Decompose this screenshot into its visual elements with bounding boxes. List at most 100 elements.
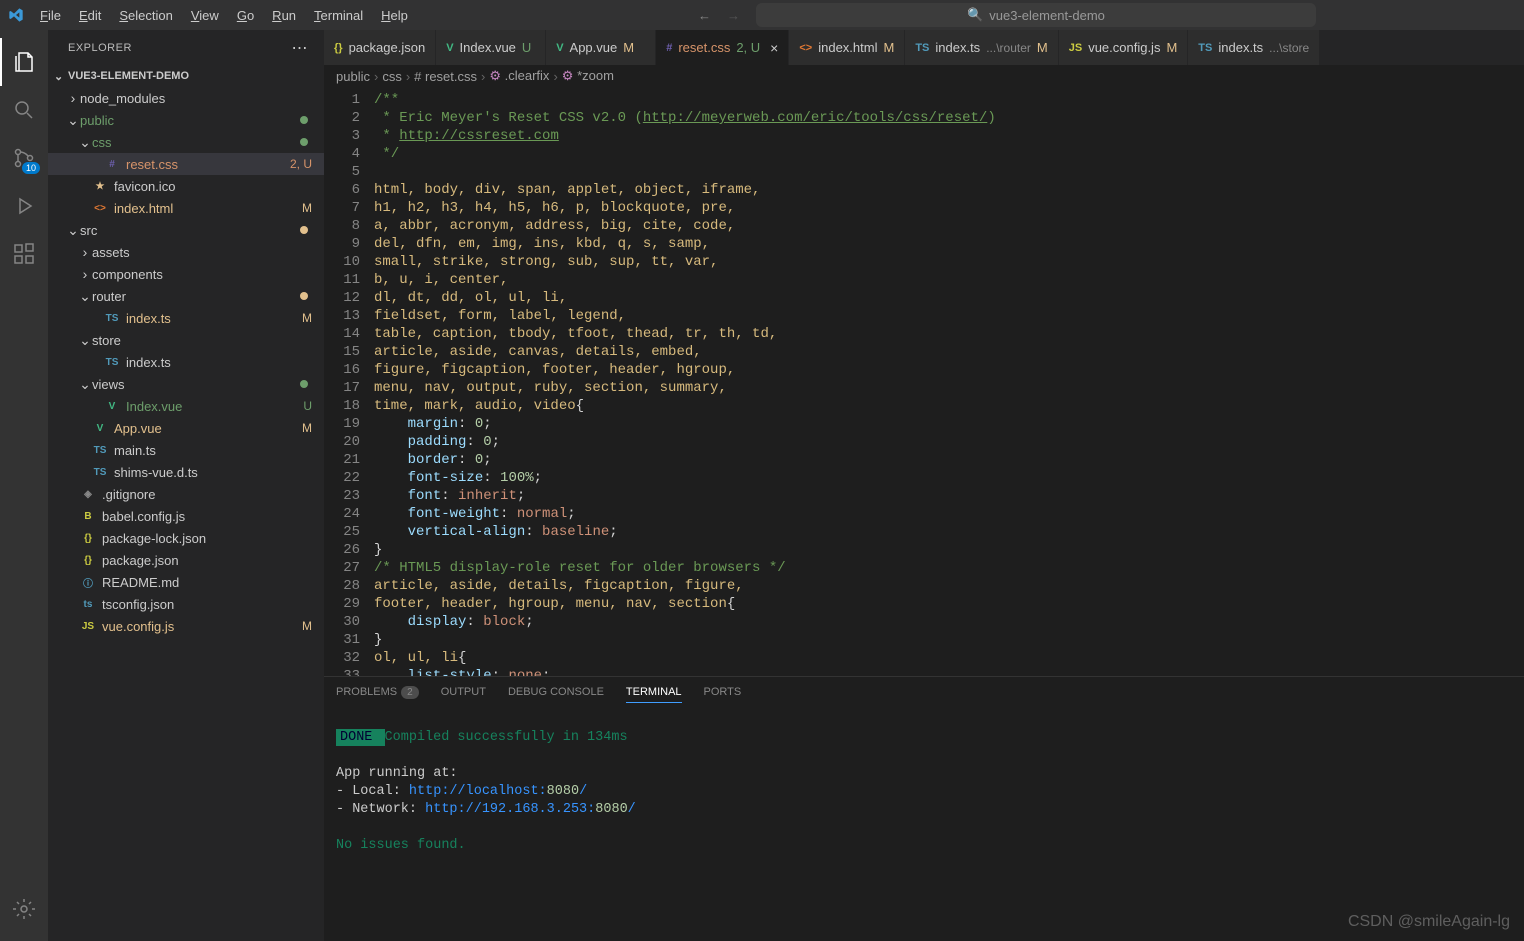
breadcrumb[interactable]: public›css›# reset.css›⚙ .clearfix›⚙ *zo… xyxy=(324,65,1524,87)
tree-item--gitignore[interactable]: ◈.gitignore xyxy=(48,483,324,505)
local-url[interactable]: http://localhost:8080/ xyxy=(409,784,587,799)
terminal-output[interactable]: DONE Compiled successfully in 134ms App … xyxy=(324,707,1524,941)
tree-label: reset.css xyxy=(126,157,290,172)
file-icon: V xyxy=(92,423,108,434)
tree-label: components xyxy=(92,267,312,282)
tab-vue-config-js[interactable]: JSvue.config.jsM xyxy=(1059,30,1189,65)
tree-item-vue-config-js[interactable]: JSvue.config.jsM xyxy=(48,615,324,637)
breadcrumb-separator: › xyxy=(406,69,410,84)
tree-item-favicon-ico[interactable]: ★favicon.ico xyxy=(48,175,324,197)
tab-index-ts[interactable]: TSindex.ts...\routerM xyxy=(905,30,1058,65)
tab-index-html[interactable]: <>index.htmlM xyxy=(789,30,905,65)
chevron-icon: ⌄ xyxy=(66,112,80,129)
file-icon: TS xyxy=(915,42,929,54)
tree-label: App.vue xyxy=(114,421,302,436)
tab-package-json[interactable]: {}package.json xyxy=(324,30,436,65)
watermark: CSDN @smileAgain-lg xyxy=(1348,913,1510,931)
tree-item-index-ts[interactable]: TSindex.tsM xyxy=(48,307,324,329)
breadcrumb-item[interactable]: # reset.css xyxy=(414,69,477,84)
tab-reset-css[interactable]: #reset.css2, U× xyxy=(656,30,789,65)
tree-item-README-md[interactable]: ⓘREADME.md xyxy=(48,571,324,593)
tree-item-public[interactable]: ⌄public xyxy=(48,109,324,131)
titlebar: FileEditSelectionViewGoRunTerminalHelp ←… xyxy=(0,0,1524,30)
nav-back-icon[interactable]: ← xyxy=(698,8,711,23)
sidebar-more-icon[interactable]: ⋯ xyxy=(292,38,309,58)
tree-item-tsconfig-json[interactable]: tstsconfig.json xyxy=(48,593,324,615)
tree-item-package-lock-json[interactable]: {}package-lock.json xyxy=(48,527,324,549)
tree-item-shims-vue-d-ts[interactable]: TSshims-vue.d.ts xyxy=(48,461,324,483)
project-header[interactable]: ⌄ VUE3-ELEMENT-DEMO xyxy=(48,65,324,87)
tree-item-src[interactable]: ⌄src xyxy=(48,219,324,241)
tree-item-package-json[interactable]: {}package.json xyxy=(48,549,324,571)
activity-extensions[interactable] xyxy=(0,230,48,278)
menu-terminal[interactable]: Terminal xyxy=(306,4,371,27)
tab-label: index.ts xyxy=(1218,40,1263,55)
file-icon: V xyxy=(446,42,453,54)
activity-debug[interactable] xyxy=(0,182,48,230)
panel-tab-terminal[interactable]: TERMINAL xyxy=(626,682,682,703)
tree-item-index-ts[interactable]: TSindex.ts xyxy=(48,351,324,373)
panel-tab-problems[interactable]: PROBLEMS2 xyxy=(336,682,419,702)
close-icon[interactable]: × xyxy=(770,40,778,56)
tree-item-Index-vue[interactable]: VIndex.vueU xyxy=(48,395,324,417)
git-dot-icon xyxy=(300,292,308,300)
tree-label: tsconfig.json xyxy=(102,597,312,612)
activity-source-control[interactable]: 10 xyxy=(0,134,48,182)
panel-tab-debug-console[interactable]: DEBUG CONSOLE xyxy=(508,682,604,702)
menu-file[interactable]: File xyxy=(32,4,69,27)
git-dot-icon xyxy=(300,226,308,234)
file-icon: # xyxy=(104,159,120,170)
tab-App-vue[interactable]: VApp.vueM xyxy=(546,30,656,65)
breadcrumb-item[interactable]: ⚙ *zoom xyxy=(562,68,614,84)
file-icon: # xyxy=(666,42,672,54)
tree-item-components[interactable]: ›components xyxy=(48,263,324,285)
panel-tab-ports[interactable]: PORTS xyxy=(704,682,742,702)
tab-index-ts[interactable]: TSindex.ts...\store xyxy=(1188,30,1320,65)
problems-count: 2 xyxy=(401,686,419,699)
menu-selection[interactable]: Selection xyxy=(111,4,180,27)
activity-settings[interactable] xyxy=(0,885,48,933)
menu-bar: FileEditSelectionViewGoRunTerminalHelp xyxy=(32,4,416,27)
tree-label: vue.config.js xyxy=(102,619,302,634)
tree-label: index.ts xyxy=(126,355,312,370)
tab-label: Index.vue xyxy=(460,40,516,55)
tree-item-App-vue[interactable]: VApp.vueM xyxy=(48,417,324,439)
panel-tab-output[interactable]: OUTPUT xyxy=(441,682,486,702)
breadcrumb-item[interactable]: public xyxy=(336,69,370,84)
nav-forward-icon[interactable]: → xyxy=(727,8,740,23)
activity-search[interactable] xyxy=(0,86,48,134)
file-icon: <> xyxy=(799,42,812,54)
tree-item-assets[interactable]: ›assets xyxy=(48,241,324,263)
command-center[interactable]: 🔍 vue3-element-demo xyxy=(756,3,1316,27)
tree-label: css xyxy=(92,135,300,150)
menu-go[interactable]: Go xyxy=(229,4,262,27)
code-editor[interactable]: 1234567891011121314151617181920212223242… xyxy=(324,87,1524,676)
sidebar-header: EXPLORER ⋯ xyxy=(48,30,324,65)
breadcrumb-item[interactable]: ⚙ .clearfix xyxy=(489,68,549,84)
tree-item-reset-css[interactable]: #reset.css2, U xyxy=(48,153,324,175)
tree-item-store[interactable]: ⌄store xyxy=(48,329,324,351)
tree-item-views[interactable]: ⌄views xyxy=(48,373,324,395)
chevron-icon: ⌄ xyxy=(78,134,92,151)
tab-Index-vue[interactable]: V Index.vue U xyxy=(436,30,546,65)
activity-bar: 10 xyxy=(0,30,48,941)
tree-item-node_modules[interactable]: ›node_modules xyxy=(48,87,324,109)
tree-item-babel-config-js[interactable]: Bbabel.config.js xyxy=(48,505,324,527)
tree-item-main-ts[interactable]: TSmain.ts xyxy=(48,439,324,461)
breadcrumb-item[interactable]: css xyxy=(382,69,402,84)
menu-run[interactable]: Run xyxy=(264,4,304,27)
file-icon: JS xyxy=(1069,42,1082,54)
menu-edit[interactable]: Edit xyxy=(71,4,109,27)
tab-status: U xyxy=(522,40,531,55)
tree-item-router[interactable]: ⌄router xyxy=(48,285,324,307)
tab-status: M xyxy=(623,40,634,55)
tree-item-css[interactable]: ⌄css xyxy=(48,131,324,153)
menu-view[interactable]: View xyxy=(183,4,227,27)
network-url[interactable]: http://192.168.3.253:8080/ xyxy=(425,802,636,817)
git-dot-icon xyxy=(300,138,308,146)
git-status: M xyxy=(302,619,312,633)
code-content[interactable]: /** * Eric Meyer's Reset CSS v2.0 (http:… xyxy=(374,87,1524,676)
tree-item-index-html[interactable]: <>index.htmlM xyxy=(48,197,324,219)
activity-explorer[interactable] xyxy=(0,38,48,86)
menu-help[interactable]: Help xyxy=(373,4,416,27)
